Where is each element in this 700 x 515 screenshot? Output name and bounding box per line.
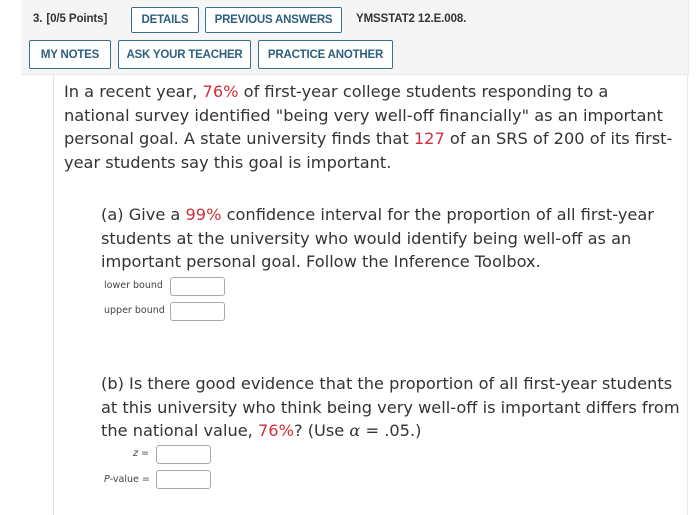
p-value-label: P-value = (104, 474, 150, 485)
ask-your-teacher-button[interactable]: ASK YOUR TEACHER (118, 40, 251, 69)
points-score: [0/5 Points] (46, 13, 108, 25)
z-equals: = (138, 448, 149, 459)
upper-bound-label: upper bound (104, 305, 165, 316)
question-number: 3. [0/5 Points] (33, 13, 107, 25)
details-button[interactable]: DETAILS (131, 7, 199, 33)
previous-answers-button[interactable]: PREVIOUS ANSWERS (205, 7, 342, 33)
z-input[interactable] (156, 445, 211, 464)
national-percent: 76% (257, 421, 294, 440)
part-a-text: (a) Give a (101, 205, 186, 224)
intro-text: In a recent year, (64, 82, 203, 101)
lower-bound-input[interactable] (170, 277, 225, 296)
national-percent: 76% (202, 82, 239, 101)
part-b-prompt: (b) Is there good evidence that the prop… (101, 372, 681, 443)
question-intro: In a recent year, 76% of first-year coll… (64, 80, 679, 174)
part-b-text: = .05.) (360, 421, 422, 440)
lower-bound-label: lower bound (104, 280, 163, 291)
confidence-level: 99% (185, 205, 222, 224)
upper-bound-input[interactable] (170, 302, 225, 321)
reference-code: YMSSTAT2 12.E.008. (356, 13, 467, 25)
p-value-text: -value = (109, 474, 150, 485)
my-notes-button[interactable]: MY NOTES (29, 40, 111, 69)
z-label: z = (133, 448, 149, 459)
question-index: 3. (33, 13, 43, 25)
practice-another-button[interactable]: PRACTICE ANOTHER (258, 40, 393, 69)
sample-count: 127 (413, 129, 445, 148)
alpha-symbol: α (349, 421, 361, 440)
part-b-text: ? (Use (293, 421, 350, 440)
p-value-input[interactable] (156, 470, 211, 489)
part-a-prompt: (a) Give a 99% confidence interval for t… (101, 203, 681, 274)
